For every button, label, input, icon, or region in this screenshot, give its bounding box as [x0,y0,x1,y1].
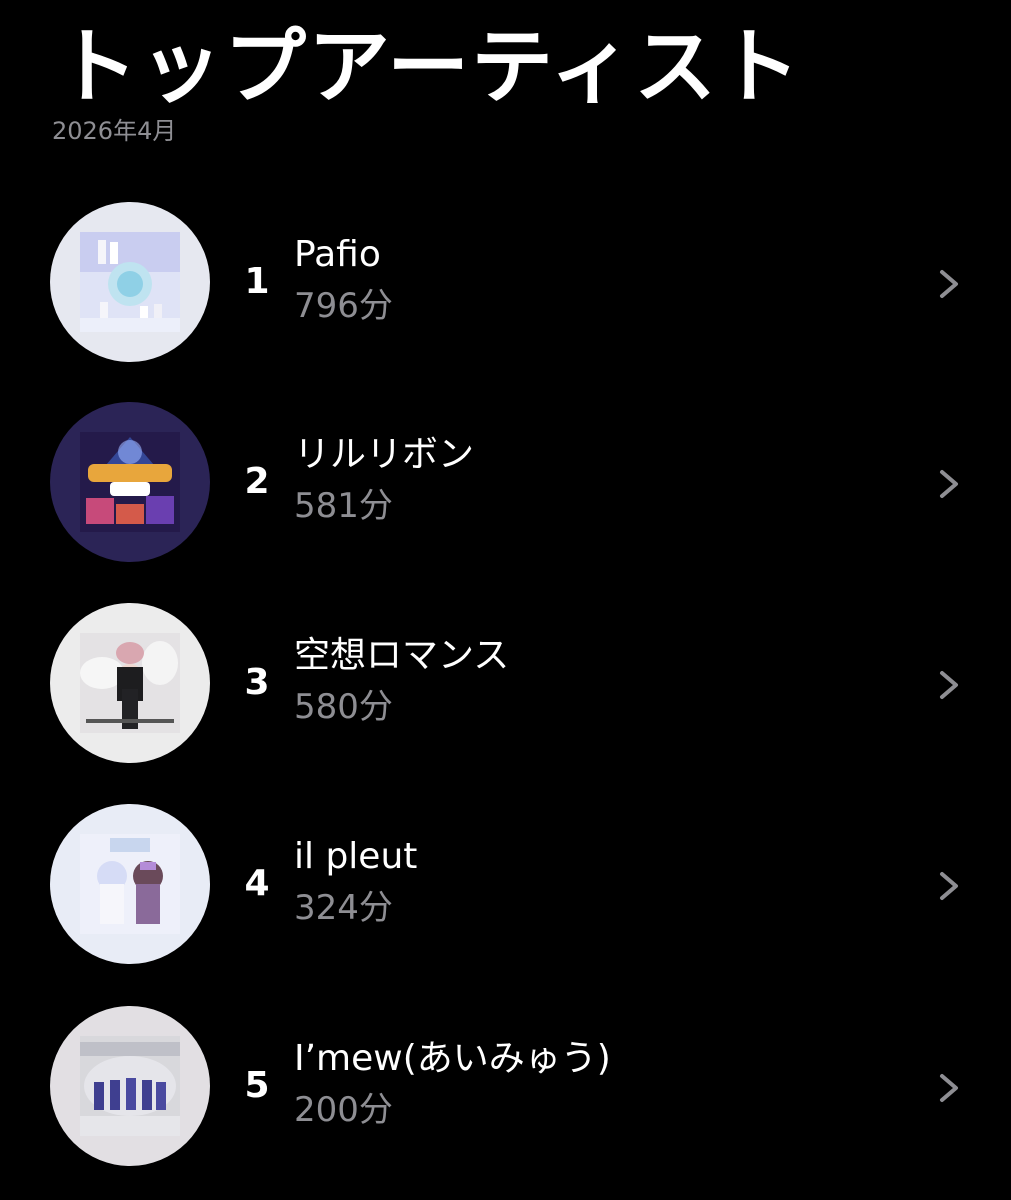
listening-minutes: 580分 [294,687,393,727]
artist-avatar [50,603,210,763]
artist-name: il pleut [294,836,418,877]
artist-row-3[interactable]: 3 空想ロマンス 580分 [0,603,1011,773]
artist-name: 空想ロマンス [294,635,510,676]
rank-number: 5 [244,1065,270,1106]
artist-name: Pafio [294,234,381,275]
album-art-image [80,432,180,532]
artist-avatar [50,1006,210,1166]
chevron-right-icon [940,270,958,298]
chevron-right-icon [940,470,958,498]
artist-row-4[interactable]: 4 il pleut 324分 [0,804,1011,974]
chevron-right-icon [940,872,958,900]
rank-number: 1 [244,261,270,302]
listening-minutes: 796分 [294,286,393,326]
chevron-right-icon [940,671,958,699]
chevron-right-icon [940,1074,958,1102]
artist-row-5[interactable]: 5 I’mew(あいみゅう) 200分 [0,1006,1011,1176]
rank-number: 4 [244,863,270,904]
artist-avatar [50,804,210,964]
album-art-image [80,834,180,934]
artist-avatar [50,402,210,562]
rank-number: 3 [244,662,270,703]
artist-row-2[interactable]: 2 リルリボン 581分 [0,402,1011,572]
page-title: トップアーティスト [56,20,803,115]
listening-minutes: 200分 [294,1090,393,1130]
listening-minutes: 324分 [294,888,393,928]
artist-name: リルリボン [294,434,475,475]
artist-row-1[interactable]: 1 Pafio 796分 [0,202,1011,372]
listening-minutes: 581分 [294,486,393,526]
artist-avatar [50,202,210,362]
artist-name: I’mew(あいみゅう) [294,1038,611,1079]
album-art-image [80,232,180,332]
album-art-image [80,633,180,733]
rank-number: 2 [244,461,270,502]
album-art-image [80,1036,180,1136]
period-subtitle: 2026年4月 [52,117,177,145]
